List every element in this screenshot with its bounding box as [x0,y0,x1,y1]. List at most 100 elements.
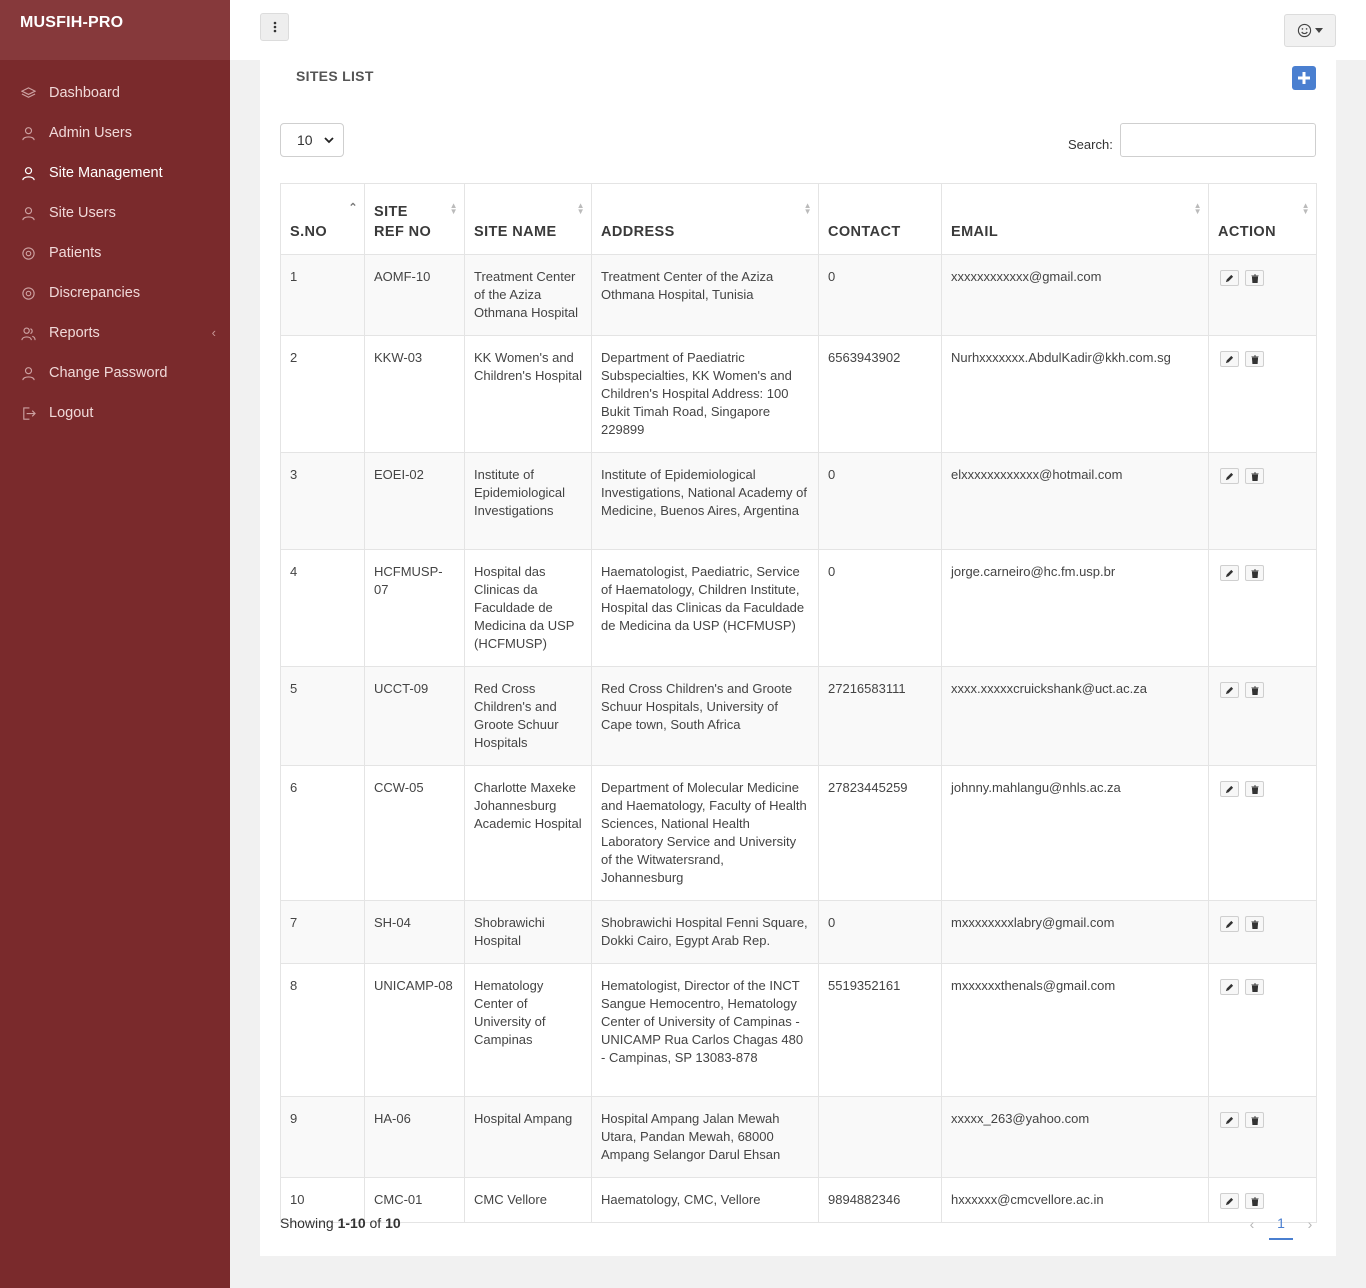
sidebar-item-label: Change Password [49,365,168,381]
cell-email: xxxx.xxxxxcruickshank@uct.ac.za [941,666,1209,766]
trash-icon [1250,983,1259,992]
cell-ref: SH-04 [364,900,465,964]
add-site-button[interactable] [1292,66,1316,90]
column-header-contact[interactable]: CONTACT [818,183,942,255]
delete-button[interactable] [1245,916,1264,932]
more-options-button[interactable] [260,13,289,41]
sidebar-item-site-management[interactable]: Site Management [0,153,230,193]
caret-down-icon [1315,28,1323,33]
cell-name: Charlotte Maxeke Johannesburg Academic H… [464,765,592,901]
edit-button[interactable] [1220,565,1239,581]
user-icon [20,165,36,181]
delete-button[interactable] [1245,781,1264,797]
cell-ref: UCCT-09 [364,666,465,766]
sidebar-item-change-password[interactable]: Change Password [0,353,230,393]
column-header-site-name[interactable]: SITE NAME ▲ ▼ [464,183,592,255]
sort-ascending-icon: ⌃ [348,202,358,214]
sidebar-item-admin-users[interactable]: Admin Users [0,113,230,153]
pencil-icon [1225,785,1234,793]
pencil-icon [1225,1197,1234,1205]
search-input[interactable] [1120,123,1316,157]
cell-address: Treatment Center of the Aziza Othmana Ho… [591,254,819,336]
cell-action [1208,335,1317,453]
table-info: Showing 1-10 of 10 [280,1215,401,1231]
pencil-icon [1225,274,1234,282]
column-header-action[interactable]: ACTION ▲ ▼ [1208,183,1317,255]
cell-ref: KKW-03 [364,335,465,453]
cell-name: Shobrawichi Hospital [464,900,592,964]
cell-action [1208,1096,1317,1178]
sidebar-item-label: Site Users [49,205,116,221]
table-row: 8 UNICAMP-08 Hematology Center of Univer… [280,963,1317,1097]
edit-button[interactable] [1220,781,1239,797]
delete-button[interactable] [1245,682,1264,698]
sidebar-item-dashboard[interactable]: Dashboard [0,73,230,113]
user-icon [20,205,36,221]
sidebar-item-logout[interactable]: Logout [0,393,230,433]
column-header-email[interactable]: EMAIL ▲ ▼ [941,183,1209,255]
next-page-icon[interactable]: › [1303,1216,1317,1232]
pencil-icon [1225,920,1234,928]
user-menu-button[interactable] [1284,14,1336,47]
cell-ref: UNICAMP-08 [364,963,465,1097]
cell-email: mxxxxxxxxlabry@gmail.com [941,900,1209,964]
delete-button[interactable] [1245,565,1264,581]
column-header-sno[interactable]: S.NO ⌃ [280,183,365,255]
table-row: 6 CCW-05 Charlotte Maxeke Johannesburg A… [280,765,1317,901]
pencil-icon [1225,472,1234,480]
sidebar-item-label: Site Management [49,165,163,181]
brand-logo[interactable]: MUSFIH-PRO [0,0,230,60]
cell-contact: 27216583111 [818,666,942,766]
cell-action [1208,452,1317,550]
page-number-button[interactable]: 1 [1269,1208,1293,1240]
pencil-icon [1225,569,1234,577]
edit-button[interactable] [1220,468,1239,484]
sites-table: S.NO ⌃ SITE REF NO ▲ ▼ SITE NAME ▲ ▼ ADDRESS ▲ ▼… [280,183,1317,1223]
edit-button[interactable] [1220,916,1239,932]
cell-name: Treatment Center of the Aziza Othmana Ho… [464,254,592,336]
edit-button[interactable] [1220,351,1239,367]
delete-button[interactable] [1245,1193,1264,1209]
cell-address: Haematologist, Paediatric, Service of Ha… [591,549,819,667]
trash-icon [1250,920,1259,929]
delete-button[interactable] [1245,270,1264,286]
column-header-site-ref-no[interactable]: SITE REF NO ▲ ▼ [364,183,465,255]
sidebar-item-reports[interactable]: Reports ‹ [0,313,230,353]
cell-contact: 0 [818,254,942,336]
pencil-icon [1225,983,1234,991]
cell-email: xxxxxxxxxxxx@gmail.com [941,254,1209,336]
delete-button[interactable] [1245,351,1264,367]
logout-icon [20,405,36,421]
page-length-select[interactable]: 10 [280,123,344,157]
user-icon [20,125,36,141]
edit-button[interactable] [1220,1193,1239,1209]
edit-button[interactable] [1220,270,1239,286]
edit-button[interactable] [1220,682,1239,698]
vertical-dots-icon [273,21,276,33]
gear-icon [20,245,36,261]
sidebar-item-discrepancies[interactable]: Discrepancies [0,273,230,313]
cell-contact: 5519352161 [818,963,942,1097]
cell-contact: 0 [818,900,942,964]
smiley-icon [1297,23,1312,38]
cell-sno: 4 [280,549,365,667]
edit-button[interactable] [1220,979,1239,995]
chevron-down-icon [324,137,334,144]
edit-button[interactable] [1220,1112,1239,1128]
cell-name: Red Cross Children's and Groote Schuur H… [464,666,592,766]
cell-sno: 3 [280,452,365,550]
delete-button[interactable] [1245,979,1264,995]
table-row: 7 SH-04 Shobrawichi Hospital Shobrawichi… [280,900,1317,964]
cell-contact [818,1096,942,1178]
sidebar-item-site-users[interactable]: Site Users [0,193,230,233]
sidebar-item-patients[interactable]: Patients [0,233,230,273]
cell-contact: 27823445259 [818,765,942,901]
previous-page-icon[interactable]: ‹ [1245,1216,1259,1232]
column-header-address[interactable]: ADDRESS ▲ ▼ [591,183,819,255]
cell-address: Shobrawichi Hospital Fenni Square, Dokki… [591,900,819,964]
search-label: Search: [1068,137,1113,152]
delete-button[interactable] [1245,468,1264,484]
delete-button[interactable] [1245,1112,1264,1128]
cell-action [1208,254,1317,336]
table-row: 10 CMC-01 CMC Vellore Haematology, CMC, … [280,1177,1317,1223]
